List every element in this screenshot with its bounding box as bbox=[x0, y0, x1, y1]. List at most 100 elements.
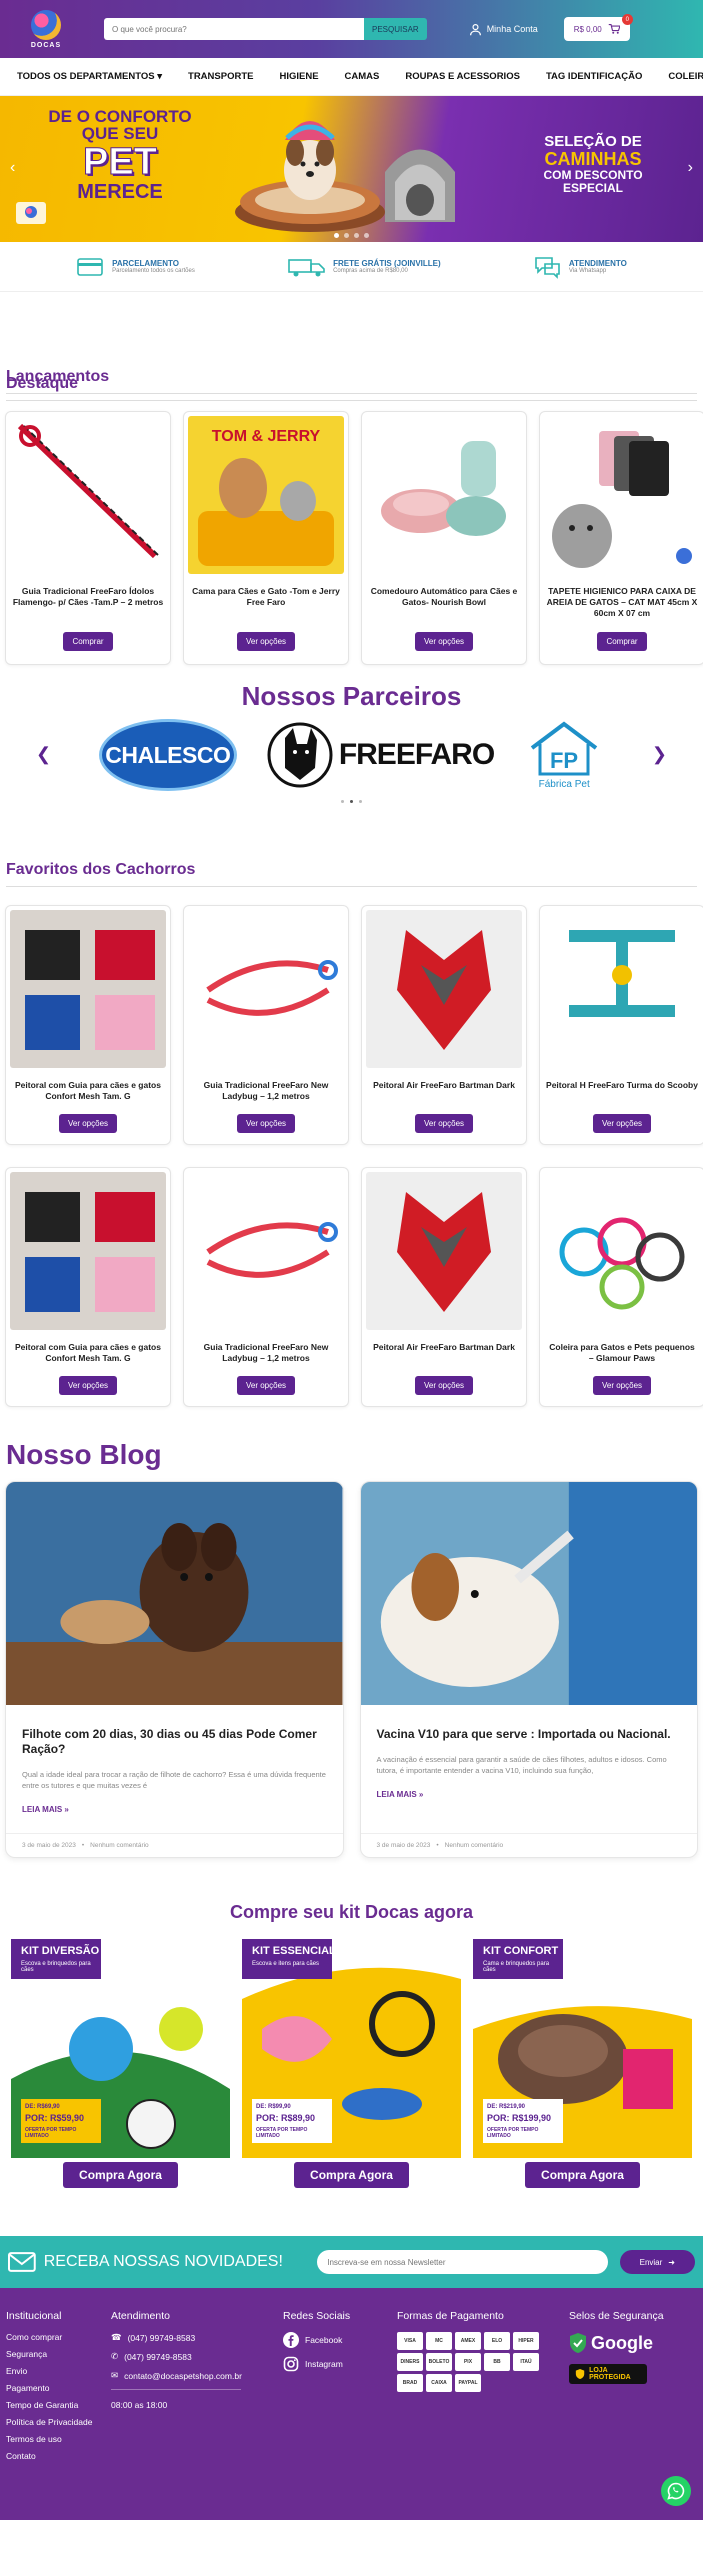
options-button[interactable]: Ver opções bbox=[414, 1114, 474, 1133]
product-card[interactable]: TOM & JERRY Cama para Cães e Gato -Tom e… bbox=[183, 411, 349, 665]
buy-button[interactable]: Comprar bbox=[63, 632, 113, 651]
partners-dot[interactable] bbox=[341, 800, 344, 803]
nav-clothing[interactable]: ROUPAS E ACESSORIOS bbox=[392, 71, 533, 82]
user-icon bbox=[469, 23, 481, 35]
options-button[interactable]: Ver opções bbox=[414, 1376, 474, 1395]
options-button[interactable]: Ver opções bbox=[236, 632, 296, 651]
hero-dot[interactable] bbox=[344, 233, 349, 238]
payment-mastercard-icon: MC bbox=[426, 2332, 452, 2350]
product-card[interactable]: TAPETE HIGIENICO PARA CAIXA DE AREIA DE … bbox=[539, 411, 703, 665]
newsletter-submit-button[interactable]: Enviar ➜ bbox=[619, 2250, 695, 2274]
search-button[interactable]: PESQUISAR bbox=[364, 18, 427, 40]
kit-offer: OFERTA POR TEMPO LIMITADO bbox=[256, 2127, 308, 2139]
partners-dot[interactable] bbox=[350, 800, 353, 803]
kit-old-price: DE: R$99,90 bbox=[256, 2104, 291, 2110]
whatsapp-float-button[interactable] bbox=[661, 2476, 691, 2506]
newsletter-email-input[interactable] bbox=[317, 2250, 608, 2274]
product-card[interactable]: Peitoral com Guia para cães e gatos Conf… bbox=[5, 1167, 171, 1407]
account-link[interactable]: Minha Conta bbox=[469, 23, 538, 36]
hero-dot[interactable] bbox=[334, 233, 339, 238]
nav-collars[interactable]: COLEIRAS bbox=[655, 71, 703, 82]
product-card[interactable]: Peitoral H FreeFaro Turma do Scooby Ver … bbox=[539, 905, 703, 1145]
facebook-link[interactable]: Facebook bbox=[283, 2332, 397, 2348]
footer-link[interactable]: Política de Privacidade bbox=[6, 2417, 111, 2427]
hero-next-arrow-icon[interactable]: › bbox=[688, 159, 693, 177]
options-button[interactable]: Ver opções bbox=[414, 632, 474, 651]
hero-dot[interactable] bbox=[364, 233, 369, 238]
product-card[interactable]: Guia Tradicional FreeFaro New Ladybug – … bbox=[183, 905, 349, 1145]
footer-email[interactable]: ✉ contato@docaspetshop.com.br bbox=[111, 2370, 283, 2381]
options-button[interactable]: Ver opções bbox=[592, 1114, 652, 1133]
product-card[interactable]: Peitoral Air FreeFaro Bartman Dark Ver o… bbox=[361, 905, 527, 1145]
buy-button[interactable]: Comprar bbox=[597, 632, 647, 651]
footer-link[interactable]: Envio bbox=[6, 2366, 111, 2376]
kit-old-price: DE: R$219,90 bbox=[487, 2104, 526, 2110]
cart-button[interactable]: R$ 0,00 0 bbox=[563, 14, 633, 41]
blog-post-title[interactable]: Vacina V10 para que serve : Importada ou… bbox=[377, 1727, 682, 1742]
footer-link[interactable]: Pagamento bbox=[6, 2383, 111, 2393]
buy-kit-button[interactable]: Compra Agora bbox=[294, 2162, 409, 2188]
newsletter-text: RECEBA NOSSAS NOVIDADES! bbox=[43, 2253, 283, 2270]
product-image bbox=[10, 910, 166, 1068]
product-card[interactable]: Guia Tradicional FreeFaro New Ladybug – … bbox=[183, 1167, 349, 1407]
product-image bbox=[188, 1172, 344, 1330]
chevron-right-icon[interactable]: ❯ bbox=[652, 744, 667, 765]
blog-post-comments: Nenhum comentário bbox=[90, 1842, 149, 1849]
blog-post-card[interactable]: Filhote com 20 dias, 30 dias ou 45 dias … bbox=[5, 1481, 344, 1858]
product-card[interactable]: Coleira para Gatos e Pets pequenos – Gla… bbox=[539, 1167, 703, 1407]
partner-chalesco-logo[interactable]: CHALESCO bbox=[98, 719, 237, 791]
benefit-title: PARCELAMENTO bbox=[112, 259, 179, 268]
nav-hygiene[interactable]: HIGIENE bbox=[266, 71, 331, 82]
protected-store-seal: LOJA PROTEGIDA bbox=[569, 2364, 647, 2384]
read-more-link[interactable]: LEIA MAIS » bbox=[22, 1805, 327, 1814]
nav-all-departments[interactable]: TODOS OS DEPARTAMENTOS ▾ bbox=[10, 71, 175, 82]
footer-whatsapp[interactable]: ✆ (047) 99749-8583 bbox=[111, 2351, 283, 2362]
product-card[interactable]: Comedouro Automático para Cães e Gatos- … bbox=[361, 411, 527, 665]
footer-social: Redes Sociais Facebook Instagram bbox=[283, 2310, 397, 2520]
nav-id-tags[interactable]: TAG IDENTIFICAÇÃO bbox=[533, 71, 655, 82]
nav-transport[interactable]: TRANSPORTE bbox=[175, 71, 266, 82]
hero-banner[interactable]: DE O CONFORTO QUE SEU PET MERECE SELEÇÃO… bbox=[0, 96, 703, 242]
whatsapp-icon bbox=[667, 2482, 685, 2500]
product-card[interactable]: Peitoral Air FreeFaro Bartman Dark Ver o… bbox=[361, 1167, 527, 1407]
blog-post-card[interactable]: Vacina V10 para que serve : Importada ou… bbox=[359, 1481, 698, 1858]
hero-prev-arrow-icon[interactable]: ‹ bbox=[10, 159, 15, 177]
benefit-subtitle: Via Whatsapp bbox=[568, 268, 607, 274]
instagram-icon bbox=[283, 2356, 299, 2372]
buy-kit-button[interactable]: Compra Agora bbox=[525, 2162, 640, 2188]
options-button[interactable]: Ver opções bbox=[236, 1376, 296, 1395]
shield-icon bbox=[575, 2368, 585, 2380]
blog-post-title[interactable]: Filhote com 20 dias, 30 dias ou 45 dias … bbox=[22, 1727, 327, 1757]
footer-link[interactable]: Segurança bbox=[6, 2349, 111, 2359]
house-icon: FP bbox=[530, 721, 598, 776]
buy-kit-button[interactable]: Compra Agora bbox=[63, 2162, 178, 2188]
footer-link[interactable]: Tempo de Garantia bbox=[6, 2400, 111, 2410]
facebook-icon bbox=[283, 2332, 299, 2348]
meta-separator: • bbox=[81, 1842, 85, 1849]
hero-dot[interactable] bbox=[354, 233, 359, 238]
kit-card[interactable]: KIT ESSENCIAL Escova e itens para cães D… bbox=[242, 1939, 461, 2188]
partner-fabrica-pet-logo[interactable]: FP Fábrica Pet bbox=[524, 720, 604, 790]
options-button[interactable]: Ver opções bbox=[58, 1114, 118, 1133]
footer-link[interactable]: Contato bbox=[6, 2451, 111, 2461]
kit-card[interactable]: KIT DIVERSÃO Escova e brinquedos para cã… bbox=[11, 1939, 230, 2188]
instagram-link[interactable]: Instagram bbox=[283, 2356, 397, 2372]
product-card[interactable]: Guia Tradicional FreeFaro Ídolos Flameng… bbox=[5, 411, 171, 665]
options-button[interactable]: Ver opções bbox=[236, 1114, 296, 1133]
footer-link[interactable]: Como comprar bbox=[6, 2332, 111, 2342]
nav-beds[interactable]: CAMAS bbox=[332, 71, 393, 82]
chat-icon bbox=[535, 256, 560, 279]
partner-freefaro-logo[interactable]: FREEFARO bbox=[267, 718, 495, 792]
product-image bbox=[366, 1172, 522, 1330]
footer-link[interactable]: Termos de uso bbox=[6, 2434, 111, 2444]
search-input[interactable] bbox=[104, 18, 364, 40]
chevron-left-icon[interactable]: ❮ bbox=[36, 744, 51, 765]
product-card[interactable]: Peitoral com Guia para cães e gatos Conf… bbox=[5, 905, 171, 1145]
partners-dot[interactable] bbox=[359, 800, 362, 803]
footer-phone[interactable]: ☎ (047) 99749-8583 bbox=[111, 2332, 283, 2343]
kit-card[interactable]: KIT CONFORT Cama e brinquedos para cães … bbox=[473, 1939, 692, 2188]
read-more-link[interactable]: LEIA MAIS » bbox=[377, 1790, 682, 1799]
options-button[interactable]: Ver opções bbox=[58, 1376, 118, 1395]
options-button[interactable]: Ver opções bbox=[592, 1376, 652, 1395]
store-logo[interactable]: DOCAS bbox=[12, 5, 80, 53]
